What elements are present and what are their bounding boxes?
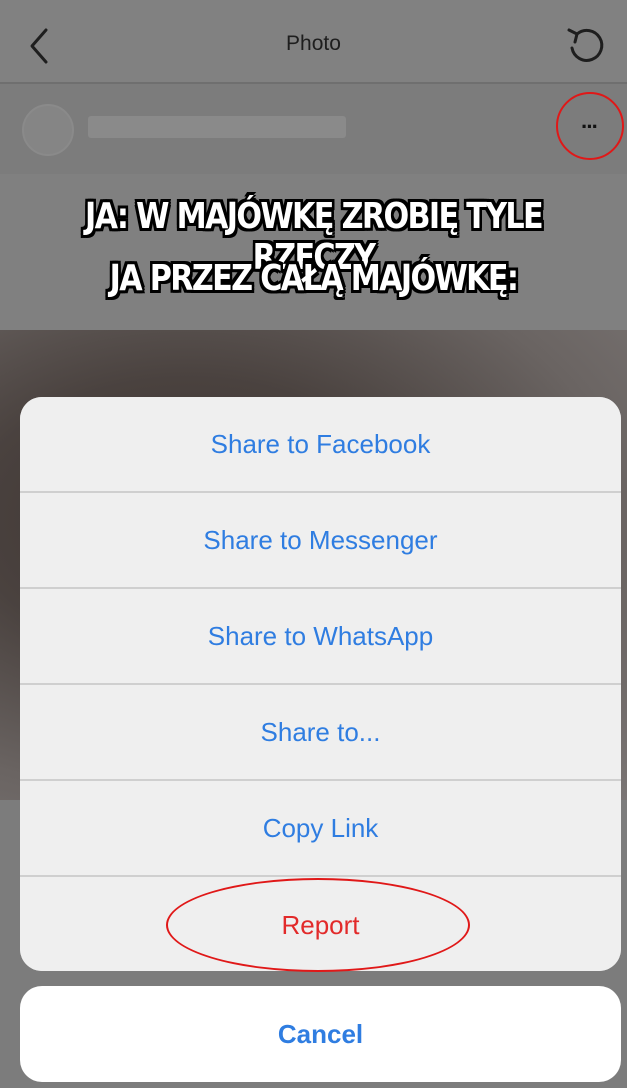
username[interactable]: [88, 116, 346, 138]
share-to-facebook-button[interactable]: Share to Facebook: [20, 397, 621, 493]
avatar[interactable]: [22, 104, 74, 156]
share-to-messenger-button[interactable]: Share to Messenger: [20, 493, 621, 589]
page-title: Photo: [286, 32, 341, 55]
meme-caption-area: JA: W MAJÓWKĘ ZROBIĘ TYLE RZECZY JA PRZE…: [0, 174, 627, 330]
share-to-button[interactable]: Share to...: [20, 685, 621, 781]
screen: Photo ··· JA: W MAJÓWKĘ ZROBIĘ TYLE RZEC…: [0, 0, 627, 1088]
refresh-icon[interactable]: [563, 22, 609, 68]
nav-bar: Photo: [0, 0, 627, 84]
copy-link-button[interactable]: Copy Link: [20, 781, 621, 877]
annotation-circle-report: [166, 878, 470, 972]
share-to-whatsapp-button[interactable]: Share to WhatsApp: [20, 589, 621, 685]
cancel-button[interactable]: Cancel: [20, 986, 621, 1082]
meme-caption-line-2: JA PRZEZ CAŁĄ MAJÓWKĘ:: [109, 258, 519, 299]
post-header: ···: [0, 86, 627, 174]
annotation-circle-more: [556, 92, 624, 160]
